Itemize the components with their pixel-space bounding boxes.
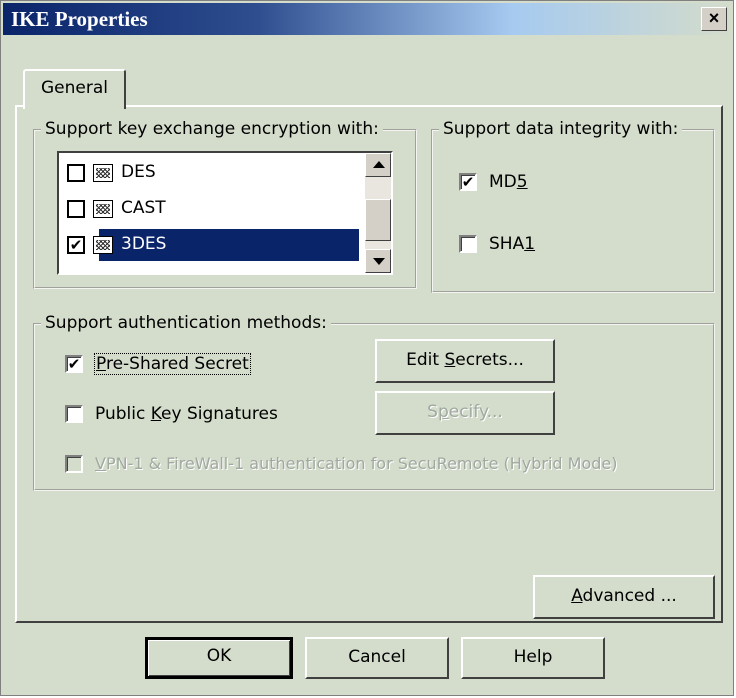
scroll-down-button[interactable]: [365, 249, 391, 273]
integrity-group-legend: Support data integrity with:: [439, 119, 683, 139]
auth-group: Support authentication methods: ✔ Pre-Sh…: [33, 313, 715, 491]
des-label: DES: [121, 162, 156, 182]
3des-label: 3DES: [121, 234, 167, 254]
edit-secrets-button[interactable]: Edit Secrets...: [375, 339, 555, 383]
close-button[interactable]: ×: [701, 7, 727, 31]
edit-secrets-label-pre: Edit: [406, 350, 445, 370]
window-title: IKE Properties: [11, 7, 148, 31]
public-key-signatures-checkbox[interactable]: [65, 405, 83, 423]
advanced-button[interactable]: Advanced ...: [533, 575, 715, 619]
scroll-up-button[interactable]: [365, 153, 391, 177]
specify-button[interactable]: Specify...: [375, 391, 555, 435]
arrow-up-icon: [373, 161, 385, 168]
public-key-access-key: K: [150, 404, 162, 424]
cast-label: CAST: [121, 198, 166, 218]
pre-shared-secret-label[interactable]: Pre-Shared Secret: [94, 353, 251, 375]
hybrid-label-post: PN-1 & FireWall-1 authentication for Sec…: [105, 454, 618, 473]
auth-group-legend: Support authentication methods:: [41, 313, 331, 333]
md5-access-key: 5: [516, 172, 528, 192]
advanced-label-post: dvanced ...: [582, 586, 677, 606]
sha1-checkbox[interactable]: [459, 235, 477, 253]
help-label: Help: [513, 647, 553, 667]
ok-label: OK: [206, 646, 232, 666]
edit-secrets-label-post: ecrets...: [455, 350, 524, 370]
des-checkbox[interactable]: [67, 164, 85, 182]
encryption-group-legend: Support key exchange encryption with:: [41, 119, 383, 139]
close-icon: ×: [708, 8, 720, 28]
md5-label-text: MD: [489, 172, 517, 192]
pre-shared-access-key: P: [96, 354, 106, 374]
cancel-button[interactable]: Cancel: [305, 637, 449, 679]
pre-shared-secret-checkbox[interactable]: ✔: [65, 355, 83, 373]
specify-label-pre: S: [427, 402, 438, 422]
arrow-down-icon: [373, 258, 385, 265]
sha1-label-text: SHA: [489, 234, 525, 254]
pre-shared-label-post: re-Shared Secret: [105, 354, 249, 374]
advanced-access-key: A: [571, 586, 583, 606]
cast-checkbox[interactable]: [67, 200, 85, 218]
ok-button[interactable]: OK: [145, 637, 293, 679]
public-key-label-pre: Public: [95, 404, 151, 424]
md5-checkbox[interactable]: ✔: [459, 173, 477, 191]
encryption-icon: [93, 236, 113, 254]
tab-general[interactable]: General: [23, 69, 126, 109]
hybrid-mode-label[interactable]: VPN-1 & FireWall-1 authentication for Se…: [95, 454, 618, 473]
title-bar[interactable]: IKE Properties ×: [3, 3, 731, 35]
sha1-label[interactable]: SHA1: [489, 234, 535, 254]
cancel-label: Cancel: [348, 647, 406, 667]
encryption-icon: [93, 200, 113, 218]
integrity-group: Support data integrity with: ✔ MD5 SHA1: [431, 119, 715, 293]
3des-checkbox[interactable]: ✔: [67, 236, 85, 254]
encryption-icon: [93, 164, 113, 182]
specify-access-key: p: [437, 402, 449, 422]
sha1-access-key: 1: [524, 234, 536, 254]
list-item[interactable]: DES: [65, 157, 355, 189]
specify-label-post: ecify...: [448, 402, 503, 422]
md5-label[interactable]: MD5: [489, 172, 528, 192]
listbox-scrollbar[interactable]: [365, 153, 391, 273]
scroll-thumb[interactable]: [365, 199, 391, 241]
list-item-selected[interactable]: ✔ 3DES: [65, 229, 359, 261]
list-item[interactable]: CAST: [65, 193, 355, 225]
check-icon: ✔: [67, 355, 81, 373]
public-key-label-post: ey Signatures: [161, 404, 278, 424]
ike-properties-dialog: IKE Properties × General Support key exc…: [0, 0, 734, 696]
check-icon: ✔: [69, 236, 83, 254]
help-button[interactable]: Help: [461, 637, 605, 679]
encryption-listbox[interactable]: DES CAST ✔ 3DES: [57, 151, 393, 275]
check-icon: ✔: [461, 173, 475, 191]
hybrid-access-key: V: [95, 454, 106, 473]
public-key-signatures-label[interactable]: Public Key Signatures: [95, 404, 278, 424]
edit-secrets-access-key: S: [444, 350, 456, 370]
tab-general-label: General: [41, 78, 108, 98]
hybrid-mode-checkbox[interactable]: [65, 455, 83, 473]
